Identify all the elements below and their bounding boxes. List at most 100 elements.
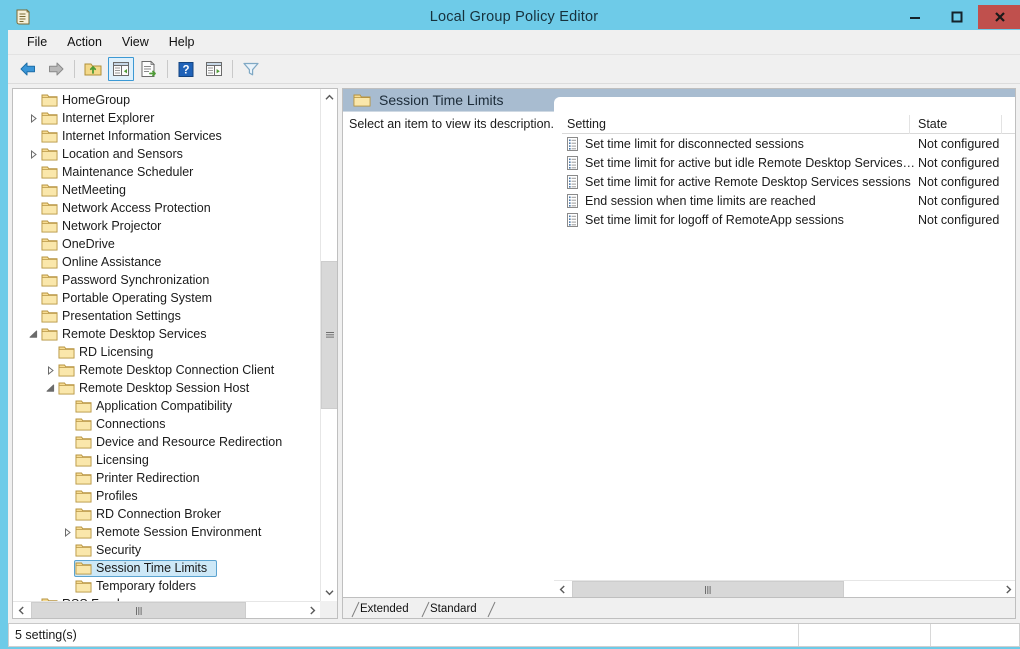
tree-node[interactable]: Licensing bbox=[13, 451, 321, 469]
tree-twisty-spacer bbox=[59, 542, 75, 558]
tree-twisty-spacer bbox=[25, 218, 41, 234]
tree-node[interactable]: RD Connection Broker bbox=[13, 505, 321, 523]
tree-twisty-spacer bbox=[59, 398, 75, 414]
folder-icon bbox=[75, 434, 92, 450]
folder-icon bbox=[75, 398, 92, 414]
tree-node[interactable]: Location and Sensors bbox=[13, 145, 321, 163]
tree-vertical-scrollbar[interactable] bbox=[320, 89, 337, 601]
up-one-level-folder-icon[interactable] bbox=[80, 57, 106, 81]
maximize-button[interactable] bbox=[936, 5, 978, 29]
filter-icon[interactable] bbox=[238, 57, 264, 81]
minimize-button[interactable] bbox=[894, 5, 936, 29]
tree-node[interactable]: Network Access Protection bbox=[13, 199, 321, 217]
folder-icon bbox=[41, 290, 58, 306]
tree-horizontal-scrollbar[interactable] bbox=[13, 601, 321, 618]
table-row[interactable]: Set time limit for disconnected sessions… bbox=[562, 134, 1015, 153]
help-icon[interactable]: ? bbox=[173, 57, 199, 81]
column-header-setting[interactable]: Setting bbox=[562, 115, 910, 134]
folder-icon bbox=[75, 452, 92, 468]
status-text: 5 setting(s) bbox=[9, 624, 799, 646]
tree-node[interactable]: RD Licensing bbox=[13, 343, 321, 361]
table-row[interactable]: End session when time limits are reached… bbox=[562, 191, 1015, 210]
tree-node[interactable]: Session Time Limits bbox=[13, 559, 321, 577]
back-arrow-icon[interactable] bbox=[15, 57, 41, 81]
scroll-right-arrow-icon[interactable] bbox=[1000, 581, 1015, 598]
tree-node[interactable]: Printer Redirection bbox=[13, 469, 321, 487]
tree-node[interactable]: Profiles bbox=[13, 487, 321, 505]
menu-action[interactable]: Action bbox=[57, 32, 112, 52]
column-header-state[interactable]: State bbox=[910, 115, 1002, 134]
chevron-right-icon[interactable] bbox=[59, 524, 75, 540]
settings-list-view[interactable]: Setting State Set time limit for disconn… bbox=[554, 97, 1015, 598]
chevron-right-icon[interactable] bbox=[25, 110, 41, 126]
export-list-icon[interactable] bbox=[136, 57, 162, 81]
chevron-right-icon[interactable] bbox=[42, 362, 58, 378]
tree-twisty-spacer bbox=[59, 560, 75, 576]
properties-icon[interactable] bbox=[201, 57, 227, 81]
table-row[interactable]: Set time limit for logoff of RemoteApp s… bbox=[562, 210, 1015, 229]
console-tree[interactable]: HomeGroup Internet Explorer Internet Infor… bbox=[13, 89, 321, 601]
tree-node[interactable]: Maintenance Scheduler bbox=[13, 163, 321, 181]
menu-view[interactable]: View bbox=[112, 32, 159, 52]
tree-node[interactable]: Password Synchronization bbox=[13, 271, 321, 289]
folder-icon bbox=[75, 470, 92, 486]
forward-arrow-icon[interactable] bbox=[43, 57, 69, 81]
tree-node-label: Maintenance Scheduler bbox=[62, 165, 194, 179]
tree-node[interactable]: HomeGroup bbox=[13, 91, 321, 109]
chevron-right-icon[interactable] bbox=[25, 146, 41, 162]
tree-node[interactable]: NetMeeting bbox=[13, 181, 321, 199]
tree-node-content: Network Access Protection bbox=[41, 200, 217, 217]
tree-node-label: Presentation Settings bbox=[62, 309, 181, 323]
tree-node-content: Printer Redirection bbox=[75, 470, 206, 487]
scroll-up-arrow-icon[interactable] bbox=[321, 89, 337, 106]
tree-node-content: Presentation Settings bbox=[41, 308, 187, 325]
tree-vertical-scrollbar-thumb[interactable] bbox=[321, 261, 337, 409]
folder-icon bbox=[75, 506, 92, 522]
chevron-down-icon[interactable] bbox=[25, 326, 41, 342]
tree-node-content: Remote Session Environment bbox=[75, 524, 267, 541]
tree-node-content: RD Licensing bbox=[58, 344, 159, 361]
menu-help[interactable]: Help bbox=[159, 32, 205, 52]
scroll-left-arrow-icon[interactable] bbox=[554, 581, 571, 598]
status-bar: 5 setting(s) bbox=[8, 623, 1020, 647]
tree-node[interactable]: Device and Resource Redirection bbox=[13, 433, 321, 451]
scroll-right-arrow-icon[interactable] bbox=[304, 602, 321, 618]
folder-icon bbox=[41, 236, 58, 252]
tree-node[interactable]: OneDrive bbox=[13, 235, 321, 253]
tree-node[interactable]: Online Assistance bbox=[13, 253, 321, 271]
tree-node[interactable]: Presentation Settings bbox=[13, 307, 321, 325]
list-horizontal-scrollbar-thumb[interactable] bbox=[572, 581, 844, 598]
tree-node[interactable]: Security bbox=[13, 541, 321, 559]
tree-node[interactable]: Portable Operating System bbox=[13, 289, 321, 307]
tree-node[interactable]: Network Projector bbox=[13, 217, 321, 235]
tree-node[interactable]: Remote Desktop Connection Client bbox=[13, 361, 321, 379]
show-hide-console-tree-icon[interactable] bbox=[108, 57, 134, 81]
scroll-down-arrow-icon[interactable] bbox=[321, 584, 337, 601]
chevron-down-icon[interactable] bbox=[42, 380, 58, 396]
menu-file[interactable]: File bbox=[17, 32, 57, 52]
tree-node-label: RD Connection Broker bbox=[96, 507, 222, 521]
close-button[interactable] bbox=[978, 5, 1020, 29]
tree-node[interactable]: Internet Explorer bbox=[13, 109, 321, 127]
tree-node[interactable]: Remote Desktop Services bbox=[13, 325, 321, 343]
tree-node-label: Password Synchronization bbox=[62, 273, 210, 287]
list-horizontal-scrollbar[interactable] bbox=[554, 580, 1015, 598]
status-cell-2 bbox=[799, 624, 931, 646]
tree-node[interactable]: Internet Information Services bbox=[13, 127, 321, 145]
folder-icon bbox=[41, 128, 58, 144]
tree-node-content: Online Assistance bbox=[41, 254, 167, 271]
tree-node[interactable]: Application Compatibility bbox=[13, 397, 321, 415]
folder-icon bbox=[41, 182, 58, 198]
folder-icon bbox=[41, 254, 58, 270]
table-row[interactable]: Set time limit for active Remote Desktop… bbox=[562, 172, 1015, 191]
tree-node[interactable]: Remote Desktop Session Host bbox=[13, 379, 321, 397]
tree-node[interactable]: Remote Session Environment bbox=[13, 523, 321, 541]
table-row[interactable]: Set time limit for active but idle Remot… bbox=[562, 153, 1015, 172]
tree-horizontal-scrollbar-thumb[interactable] bbox=[31, 602, 246, 618]
tree-node[interactable]: Connections bbox=[13, 415, 321, 433]
tree-twisty-spacer bbox=[25, 272, 41, 288]
tree-node[interactable]: Temporary folders bbox=[13, 577, 321, 595]
tree-twisty-spacer bbox=[59, 578, 75, 594]
scroll-left-arrow-icon[interactable] bbox=[13, 602, 30, 618]
column-header-extra[interactable] bbox=[1002, 115, 1015, 134]
